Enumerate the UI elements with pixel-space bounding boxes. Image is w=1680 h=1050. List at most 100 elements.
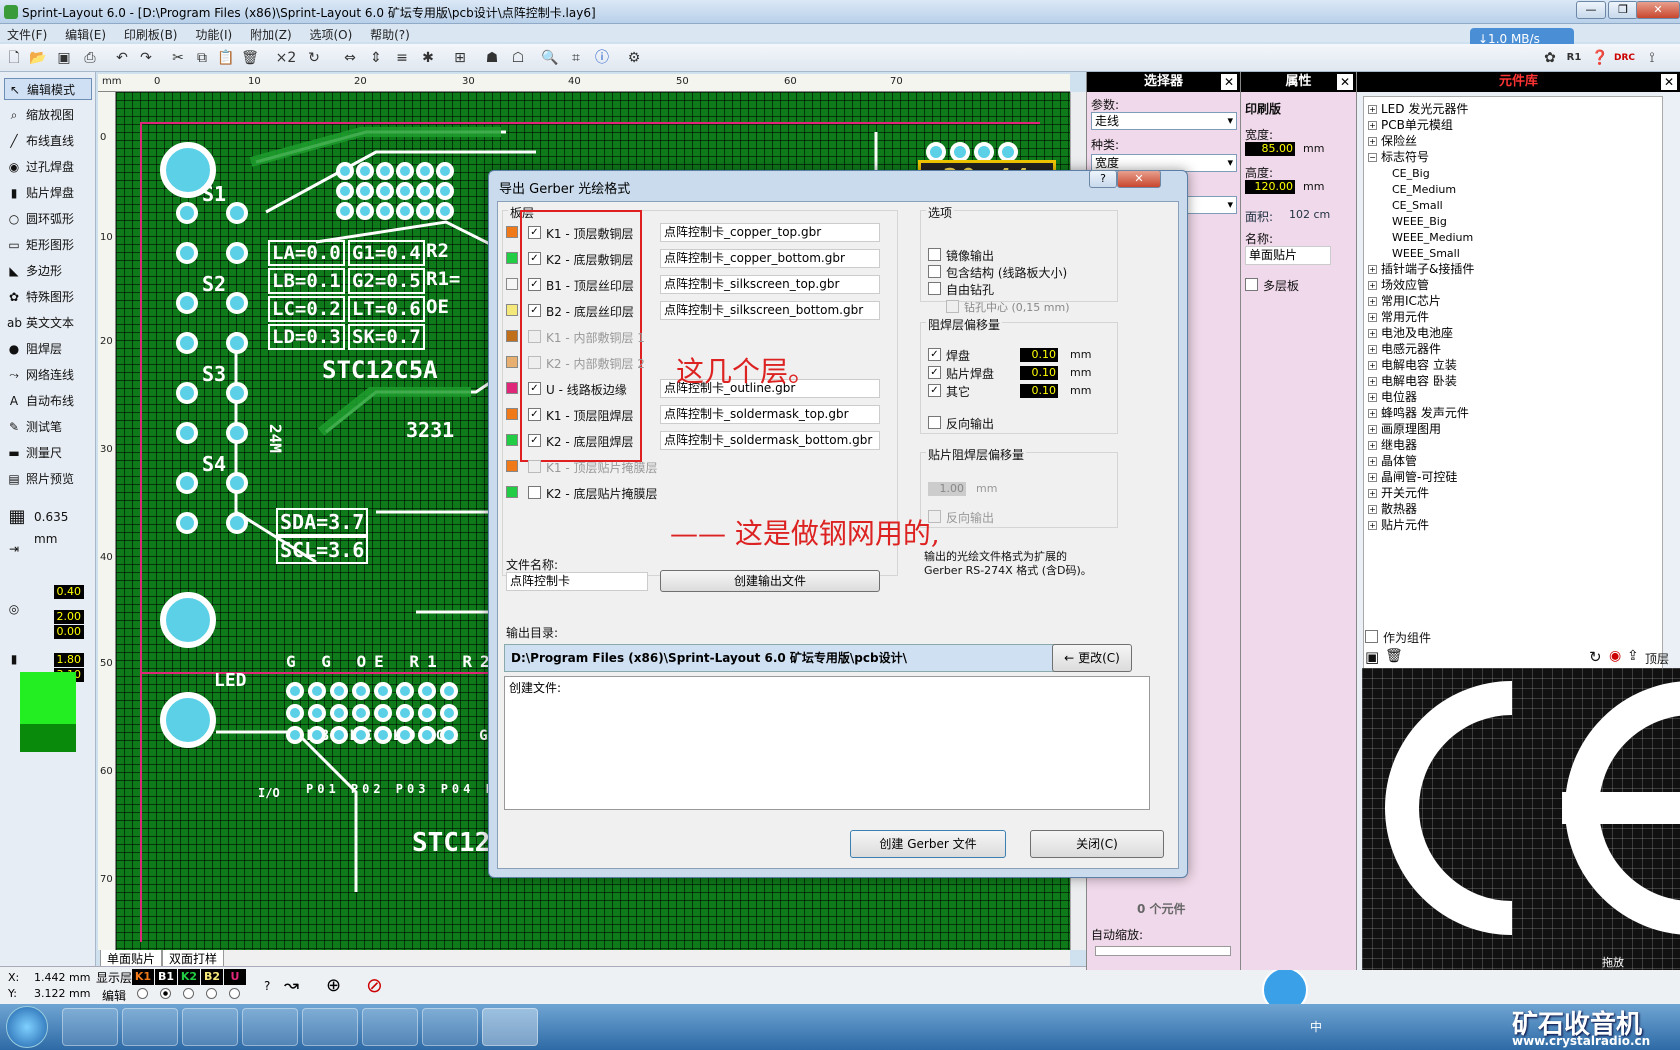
library-tree-item[interactable]: + 晶体管 [1368,453,1658,469]
drill-center-checkbox[interactable] [946,300,959,313]
library-tree-item[interactable]: CE_Big [1368,165,1658,181]
option-checkbox[interactable] [928,248,941,261]
expand-icon[interactable]: + [1368,377,1377,386]
taskbar-cloud-icon[interactable] [422,1008,478,1046]
layer-filename-input[interactable]: 点阵控制卡_silkscreen_top.gbr [660,275,880,294]
library-tree-item[interactable]: WEEE_Big [1368,213,1658,229]
drc-help-icon[interactable]: ❓ [1590,48,1610,68]
expand-icon[interactable]: + [1368,105,1377,114]
menu-edit[interactable]: 编辑(E) [58,24,113,45]
start-button[interactable] [6,1006,48,1048]
ime-indicator[interactable]: 中 [1310,1018,1322,1035]
layer-toggle-k1[interactable]: K1 [132,969,154,985]
menu-board[interactable]: 印刷板(B) [117,24,185,45]
menu-function[interactable]: 功能(I) [188,24,239,45]
redo-icon[interactable]: ↷ [136,48,156,68]
library-tree-item[interactable]: + 插针端子&接插件 [1368,261,1658,277]
new-file-icon[interactable]: 🗋 [4,48,24,68]
record-icon[interactable]: ◉ [1609,648,1621,664]
library-tree-item[interactable]: + 电感元器件 [1368,341,1658,357]
layer-toggle-b1[interactable]: B1 [155,969,177,985]
expand-icon[interactable]: + [1368,521,1377,530]
layer-filename-input[interactable]: 点阵控制卡_silkscreen_bottom.gbr [660,301,880,320]
library-tree-item[interactable]: + 电池及电池座 [1368,325,1658,341]
undo-icon[interactable]: ↶ [112,48,132,68]
expand-icon[interactable]: + [1368,393,1377,402]
drc-icon[interactable]: DRC [1614,48,1635,68]
library-tree[interactable]: + LED 发光元器件 + PCB单元模组 + 保险丝 − 标志符号 CE_Big CE_Medi… [1363,96,1663,696]
expand-icon[interactable]: + [1368,313,1377,322]
no-connect-icon[interactable]: ⊘ [366,973,383,997]
close-icon[interactable]: ✕ [1661,74,1677,90]
library-tree-item[interactable]: + 场效应管 [1368,277,1658,293]
expand-icon[interactable]: + [1368,329,1377,338]
library-tree-item[interactable]: CE_Medium [1368,181,1658,197]
layer-filename-input[interactable]: 点阵控制卡_copper_bottom.gbr [660,249,880,268]
create-output-button[interactable]: 创建输出文件 [660,570,880,592]
layer-checkbox[interactable] [528,460,541,473]
save-icon[interactable]: ▣ [54,48,74,68]
board-name-input[interactable]: 单面贴片 [1245,246,1331,265]
taskbar-notes-icon[interactable] [362,1008,418,1046]
cut-icon[interactable]: ✂ [168,48,188,68]
snap-icon[interactable]: ⊞ [450,48,470,68]
library-tree-item[interactable]: + 电位器 [1368,389,1658,405]
tool-1[interactable]: ⌕ 缩放视图 [4,104,92,126]
expand-icon[interactable]: + [1368,361,1377,370]
taskbar-qq-icon[interactable] [182,1008,238,1046]
library-tree-item[interactable]: + 电解电容 卧装 [1368,373,1658,389]
filename-input[interactable]: 点阵控制卡 [506,572,648,591]
mirror-v-icon[interactable]: ⇕ [366,48,386,68]
layer-checkbox[interactable]: ✓ [528,382,541,395]
rotate-icon[interactable]: ↻ [304,48,324,68]
expand-icon[interactable]: + [1368,505,1377,514]
edit-layer-radio[interactable] [206,988,217,999]
expand-icon[interactable]: + [1368,281,1377,290]
taskbar-search-icon[interactable] [302,1008,358,1046]
library-tree-item[interactable]: + 保险丝 [1368,133,1658,149]
layer-checkbox[interactable]: ✓ [528,408,541,421]
expand-icon[interactable]: + [1368,409,1377,418]
edit-layer-radio[interactable] [160,988,171,999]
layer-toggle-b2[interactable]: B2 [201,969,223,985]
library-tree-item[interactable]: WEEE_Medium [1368,229,1658,245]
layer-checkbox[interactable]: ✓ [528,252,541,265]
close-icon[interactable]: ✕ [1221,74,1237,90]
layer-checkbox[interactable] [528,486,541,499]
maximize-button[interactable]: ❐ [1608,1,1638,19]
mask-checkbox[interactable]: ✓ [928,348,941,361]
library-tree-item[interactable]: + 蜂鸣器 发声元件 [1368,405,1658,421]
tool-6[interactable]: ▭ 矩形图形 [4,234,92,256]
tool-12[interactable]: A 自动布线 [4,390,92,412]
library-tree-item[interactable]: + 继电器 [1368,437,1658,453]
tool-0[interactable]: ↖ 编辑模式 [4,78,92,100]
r1-icon[interactable]: R1 [1564,48,1584,68]
dialog-close-button[interactable]: ✕ [1117,170,1161,188]
mirror-h-icon[interactable]: ⇔ [340,48,360,68]
output-log[interactable]: 创建文件: [504,676,1150,810]
menu-help[interactable]: 帮助(?) [363,24,417,45]
option-checkbox[interactable] [928,282,941,295]
expand-icon[interactable]: + [1368,473,1377,482]
expand-icon[interactable]: + [1368,345,1377,354]
layer-checkbox[interactable] [528,356,541,369]
copy-icon[interactable]: ⧉ [192,48,212,68]
expand-icon[interactable]: + [1368,121,1377,130]
menu-extras[interactable]: 附加(Z) [243,24,299,45]
layer-filename-input[interactable]: 点阵控制卡_soldermask_top.gbr [660,405,880,424]
create-gerber-button[interactable]: 创建 Gerber 文件 [850,830,1006,858]
library-tree-item[interactable]: + 贴片元件 [1368,517,1658,533]
edit-layer-radio[interactable] [183,988,194,999]
library-tree-item[interactable]: + 常用元件 [1368,309,1658,325]
change-dir-button[interactable]: ← 更改(C) [1052,644,1132,672]
taskbar-shield-icon[interactable] [242,1008,298,1046]
library-tree-item[interactable]: + 晶闸管-可控硅 [1368,469,1658,485]
tool-14[interactable]: ▬ 测量尺 [4,442,92,464]
expand-icon[interactable]: + [1368,441,1377,450]
align-icon[interactable]: ≡ [392,48,412,68]
delete-icon[interactable]: 🗑 [1385,648,1403,664]
expand-icon[interactable]: + [1368,457,1377,466]
pcb-gear-icon[interactable]: ✿ [1540,48,1560,68]
zoom-icon[interactable]: 🔍 [540,48,560,68]
tool-2[interactable]: ╱ 布线直线 [4,130,92,152]
